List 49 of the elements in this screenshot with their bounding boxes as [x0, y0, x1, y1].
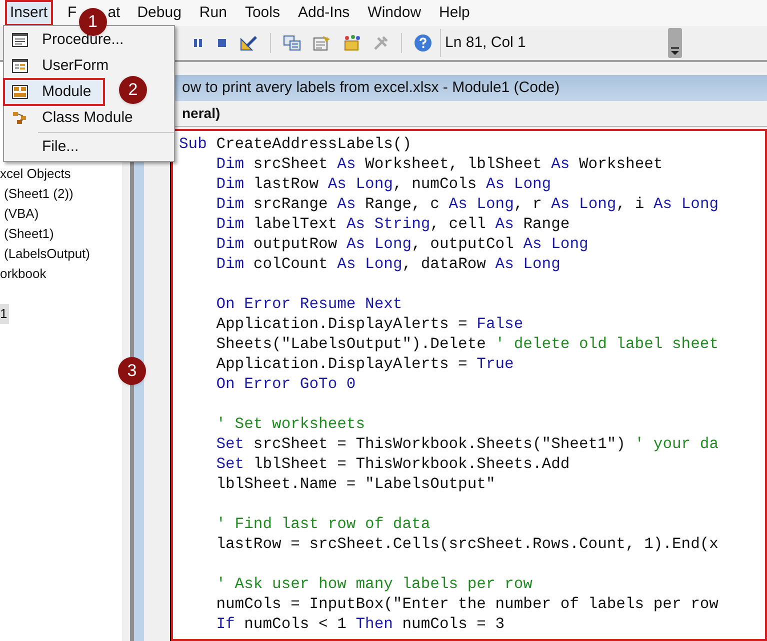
code-line: ' Ask user how many labels per row	[215, 574, 532, 594]
code-line: Application.DisplayAlerts = False	[215, 314, 524, 334]
procedure-icon	[12, 33, 28, 47]
code-line: Dim srcSheet As Worksheet, lblSheet As Worksheet	[215, 154, 663, 174]
form-icon	[12, 59, 28, 73]
object-dropdown[interactable]: neral)	[182, 103, 220, 124]
dropdown-handle-icon[interactable]	[668, 28, 682, 58]
code-line: On Error GoTo 0	[215, 374, 356, 394]
menu-item[interactable]: at	[108, 2, 120, 24]
tree-item[interactable]: 1	[0, 304, 10, 324]
code-line: Dim colCount As Long, dataRow As Long	[215, 254, 560, 274]
menu-item[interactable]: Tools	[244, 2, 281, 24]
menu-item[interactable]: Add-Ins	[296, 2, 351, 24]
code-line: Sub CreateAddressLabels()	[179, 134, 412, 154]
stop-icon[interactable]	[216, 37, 228, 49]
ruler-pencil-icon[interactable]	[240, 35, 258, 51]
menu-item[interactable]: File...	[4, 134, 174, 160]
code-line: Dim outputRow As Long, outputCol As Long	[215, 234, 588, 254]
step-badge: 1	[78, 8, 107, 36]
properties-icon[interactable]	[313, 35, 331, 51]
menu-item[interactable]: Class Module	[4, 105, 174, 131]
pause-icon[interactable]	[192, 37, 204, 49]
code-line: ' Find last row of data	[215, 514, 430, 534]
code-line: ' Set worksheets	[215, 414, 366, 434]
code-line: Dim srcRange As Range, c As Long, r As Long, i As Long	[215, 194, 719, 214]
code-line: lblSheet.Name = "LabelsOutput"	[215, 474, 496, 494]
menu-item[interactable]: Debug	[136, 2, 182, 24]
help-icon[interactable]	[414, 34, 432, 52]
object-browser-icon[interactable]	[343, 35, 361, 51]
project-explorer-icon[interactable]	[283, 35, 301, 51]
code-line: lastRow = srcSheet.Cells(srcSheet.Rows.Count, 1).End(x	[215, 534, 718, 554]
code-editor[interactable]	[171, 129, 767, 641]
menu-item[interactable]: Module	[4, 79, 104, 105]
class-module-icon	[12, 111, 28, 125]
code-line: On Error Resume Next	[215, 294, 402, 314]
menu-item[interactable]: F	[66, 2, 78, 24]
menu-item[interactable]: Run	[198, 2, 228, 24]
code-line: Dim labelText As String, cell As Range	[215, 214, 570, 234]
menu-item[interactable]: Insert	[7, 2, 51, 24]
menu-item[interactable]: Help	[438, 2, 471, 24]
code-line: numCols = InputBox("Enter the number of labels per row	[215, 594, 718, 614]
code-line: Sheets("LabelsOutput").Delete ' delete old label sheet	[215, 334, 719, 354]
code-line: Application.DisplayAlerts = True	[215, 354, 514, 374]
code-line: Dim lastRow As Long, numCols As Long	[215, 174, 552, 194]
module-icon	[12, 85, 28, 99]
menu-item[interactable]: Window	[366, 2, 422, 24]
code-line: If numCols < 1 Then numCols = 3	[215, 614, 505, 634]
code-line: Set srcSheet = ThisWorkbook.Sheets("Sheet1") ' your da	[215, 434, 719, 454]
code-line: Set lblSheet = ThisWorkbook.Sheets.Add	[215, 454, 570, 474]
